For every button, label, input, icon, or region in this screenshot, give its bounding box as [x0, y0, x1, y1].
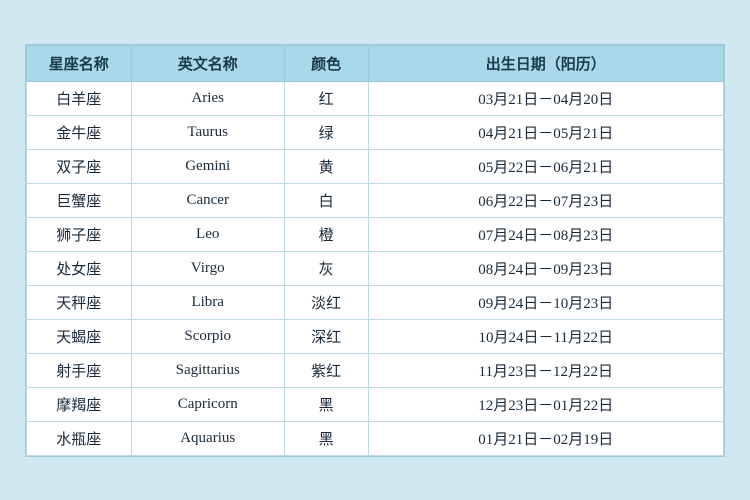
- cell-chinese: 摩羯座: [27, 387, 132, 421]
- cell-english: Scorpio: [131, 319, 284, 353]
- cell-chinese: 双子座: [27, 149, 132, 183]
- header-color: 颜色: [284, 45, 368, 81]
- cell-color: 红: [284, 81, 368, 115]
- table-row: 巨蟹座Cancer白06月22日－07月23日: [27, 183, 724, 217]
- cell-dates: 04月21日－05月21日: [368, 115, 724, 149]
- cell-color: 灰: [284, 251, 368, 285]
- table-row: 处女座Virgo灰08月24日－09月23日: [27, 251, 724, 285]
- table-row: 摩羯座Capricorn黑12月23日－01月22日: [27, 387, 724, 421]
- cell-dates: 06月22日－07月23日: [368, 183, 724, 217]
- cell-dates: 12月23日－01月22日: [368, 387, 724, 421]
- cell-chinese: 巨蟹座: [27, 183, 132, 217]
- cell-dates: 11月23日－12月22日: [368, 353, 724, 387]
- cell-color: 紫红: [284, 353, 368, 387]
- cell-color: 白: [284, 183, 368, 217]
- zodiac-table: 星座名称 英文名称 颜色 出生日期（阳历） 白羊座Aries红03月21日－04…: [26, 45, 724, 456]
- cell-english: Leo: [131, 217, 284, 251]
- zodiac-table-wrapper: 星座名称 英文名称 颜色 出生日期（阳历） 白羊座Aries红03月21日－04…: [25, 44, 725, 457]
- cell-chinese: 水瓶座: [27, 421, 132, 455]
- cell-english: Virgo: [131, 251, 284, 285]
- table-row: 双子座Gemini黄05月22日－06月21日: [27, 149, 724, 183]
- header-chinese: 星座名称: [27, 45, 132, 81]
- cell-english: Aquarius: [131, 421, 284, 455]
- table-body: 白羊座Aries红03月21日－04月20日金牛座Taurus绿04月21日－0…: [27, 81, 724, 455]
- cell-color: 深红: [284, 319, 368, 353]
- table-row: 白羊座Aries红03月21日－04月20日: [27, 81, 724, 115]
- table-row: 天蝎座Scorpio深红10月24日－11月22日: [27, 319, 724, 353]
- table-header-row: 星座名称 英文名称 颜色 出生日期（阳历）: [27, 45, 724, 81]
- cell-dates: 08月24日－09月23日: [368, 251, 724, 285]
- cell-chinese: 天秤座: [27, 285, 132, 319]
- cell-color: 黄: [284, 149, 368, 183]
- cell-chinese: 处女座: [27, 251, 132, 285]
- cell-english: Aries: [131, 81, 284, 115]
- cell-dates: 01月21日－02月19日: [368, 421, 724, 455]
- cell-dates: 05月22日－06月21日: [368, 149, 724, 183]
- table-row: 天秤座Libra淡红09月24日－10月23日: [27, 285, 724, 319]
- table-row: 水瓶座Aquarius黑01月21日－02月19日: [27, 421, 724, 455]
- cell-english: Sagittarius: [131, 353, 284, 387]
- header-english: 英文名称: [131, 45, 284, 81]
- cell-color: 绿: [284, 115, 368, 149]
- cell-dates: 09月24日－10月23日: [368, 285, 724, 319]
- cell-color: 橙: [284, 217, 368, 251]
- cell-chinese: 白羊座: [27, 81, 132, 115]
- cell-english: Libra: [131, 285, 284, 319]
- cell-chinese: 射手座: [27, 353, 132, 387]
- cell-english: Cancer: [131, 183, 284, 217]
- table-row: 狮子座Leo橙07月24日－08月23日: [27, 217, 724, 251]
- cell-color: 黑: [284, 421, 368, 455]
- cell-english: Taurus: [131, 115, 284, 149]
- cell-color: 淡红: [284, 285, 368, 319]
- cell-dates: 10月24日－11月22日: [368, 319, 724, 353]
- cell-dates: 07月24日－08月23日: [368, 217, 724, 251]
- cell-english: Capricorn: [131, 387, 284, 421]
- cell-chinese: 狮子座: [27, 217, 132, 251]
- cell-color: 黑: [284, 387, 368, 421]
- cell-chinese: 天蝎座: [27, 319, 132, 353]
- header-date: 出生日期（阳历）: [368, 45, 724, 81]
- cell-dates: 03月21日－04月20日: [368, 81, 724, 115]
- table-row: 金牛座Taurus绿04月21日－05月21日: [27, 115, 724, 149]
- cell-english: Gemini: [131, 149, 284, 183]
- table-row: 射手座Sagittarius紫红11月23日－12月22日: [27, 353, 724, 387]
- cell-chinese: 金牛座: [27, 115, 132, 149]
